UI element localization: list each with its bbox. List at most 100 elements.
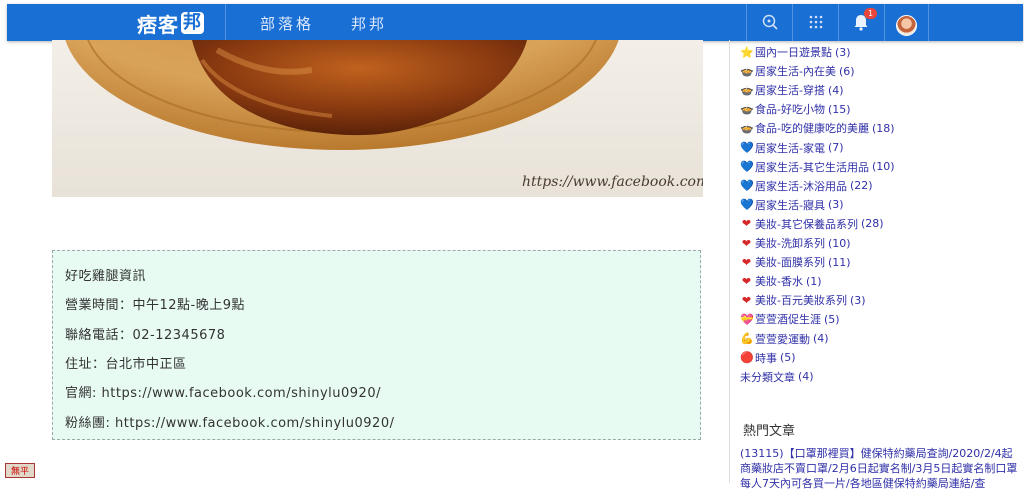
nav-blog-link[interactable]: 部落格 (260, 13, 314, 34)
pot-icon: 🍲 (740, 83, 754, 97)
category-label: 美妝-香水 (755, 275, 803, 289)
category-count: (15) (827, 102, 851, 116)
category-label: 國內一日遊景點 (755, 46, 832, 59)
avatar[interactable] (896, 15, 917, 36)
category-item[interactable]: 💙 居家生活-寢具 (3) (740, 196, 844, 214)
category-item[interactable]: 🍲 食品-好吃小物 (15) (740, 100, 851, 118)
nav-bangbang-link[interactable]: 邦邦 (351, 13, 387, 34)
category-label: 食品-好吃小物 (755, 103, 825, 117)
logo-text: 痞客 (137, 12, 179, 37)
category-label: 萱萱酒促生涯 (755, 313, 821, 327)
category-label: 居家生活-家電 (755, 141, 825, 155)
pot-icon: 🍲 (740, 64, 754, 78)
search-icon[interactable] (758, 10, 782, 34)
red-circle-icon: 🔴 (740, 351, 754, 365)
article-photo: https://www.facebook.com/shinylu0 (52, 40, 703, 197)
category-label: 居家生活-沐浴用品 (755, 179, 847, 193)
nav-divider (225, 4, 226, 41)
category-item[interactable]: ❤ 美妝-洗卸系列 (10) (740, 234, 851, 252)
nav-divider (884, 4, 885, 41)
category-count: (11) (827, 255, 851, 269)
category-item[interactable]: ❤ 美妝-香水 (1) (740, 272, 822, 290)
category-label: 未分類文章 (740, 370, 795, 384)
muscle-icon: 💪 (740, 332, 754, 345)
info-website: 官網: https://www.facebook.com/shinylu0920… (65, 386, 381, 401)
category-count: (6) (838, 64, 855, 78)
blue-heart-icon: 💙 (740, 179, 754, 193)
site-logo[interactable]: 痞客邦 (137, 10, 204, 37)
category-item[interactable]: 💙 居家生活-家電 (7) (740, 139, 844, 157)
category-label: 居家生活-內在美 (755, 65, 836, 79)
blue-heart-icon: 💙 (740, 141, 754, 154)
category-item[interactable]: ❤ 美妝-面膜系列 (11) (740, 253, 851, 271)
category-count: (3) (827, 198, 844, 212)
category-count: (5) (780, 351, 796, 365)
info-title: 好吃雞腿資訊 (65, 269, 147, 284)
red-heart-icon: ❤ (741, 255, 752, 269)
logo-box: 邦 (181, 12, 204, 34)
category-count: (3) (849, 293, 866, 307)
category-count: (4) (798, 370, 814, 384)
category-label: 居家生活-其它生活用品 (755, 160, 869, 174)
category-label: 美妝-其它保養品系列 (755, 217, 858, 231)
info-phone: 聯絡電話：02-12345678 (65, 328, 226, 343)
category-item[interactable]: 💙 居家生活-沐浴用品 (22) (740, 177, 873, 195)
category-item[interactable]: 💪 萱萱愛運動 (4) (740, 330, 829, 348)
category-item[interactable]: 未分類文章 (4) (740, 368, 814, 386)
apps-grid-icon[interactable] (804, 10, 828, 34)
category-label: 萱萱愛運動 (755, 332, 810, 346)
hot-articles-title: 熱門文章 (743, 424, 796, 439)
category-count: (10) (827, 236, 851, 250)
category-item[interactable]: 🔴 時事 (5) (740, 349, 796, 367)
notification-count-badge: 1 (864, 8, 877, 19)
info-address: 住址：台北市中正區 (65, 357, 187, 372)
category-count: (18) (871, 121, 895, 135)
restaurant-info-box: 好吃雞腿資訊 營業時間：中午12點-晚上9點 聯絡電話：02-12345678 … (52, 250, 701, 440)
category-count: (1) (805, 274, 822, 288)
category-count: (4) (827, 83, 844, 97)
red-heart-icon: ❤ (741, 236, 752, 250)
category-item[interactable]: ⭐ 國內一日遊景點 (3) (740, 43, 851, 61)
red-heart-icon: ❤ (741, 293, 752, 307)
category-count: (5) (824, 312, 840, 326)
category-item[interactable]: 🍲 食品-吃的健康吃的美麗 (18) (740, 119, 895, 137)
blue-heart-icon: 💙 (740, 160, 754, 174)
sidebar: ⭐ 國內一日遊景點 (3) 🍲 居家生活-內在美 (6) 🍲 居家生活-穿搭 (4) 🍲 食品-好吃… (729, 40, 1024, 490)
top-navbar: 痞客邦 部落格 邦邦 1 (7, 4, 1023, 41)
category-label: 時事 (755, 351, 777, 365)
nav-divider (746, 4, 747, 41)
nav-divider (792, 4, 793, 41)
category-count: (4) (813, 332, 829, 345)
category-label: 美妝-洗卸系列 (755, 237, 825, 250)
photo-watermark: https://www.facebook.com/shinylu0 (522, 174, 703, 190)
category-count: (7) (827, 141, 844, 154)
small-badge[interactable]: 無平 (5, 463, 35, 478)
category-label: 美妝-面膜系列 (755, 256, 825, 270)
category-count: (10) (871, 160, 895, 174)
category-count: (28) (860, 217, 884, 231)
red-heart-icon: ❤ (741, 274, 752, 288)
category-item[interactable]: 🍲 居家生活-穿搭 (4) (740, 81, 844, 99)
category-label: 居家生活-穿搭 (755, 84, 825, 98)
category-label: 美妝-百元美妝系列 (755, 294, 847, 308)
category-label: 食品-吃的健康吃的美麗 (755, 122, 869, 136)
category-count: (22) (849, 179, 873, 193)
category-label: 居家生活-寢具 (755, 198, 825, 212)
red-heart-icon: ❤ (741, 217, 752, 231)
star-icon: ⭐ (740, 45, 754, 59)
nav-divider (838, 4, 839, 41)
pot-icon: 🍲 (740, 121, 754, 135)
info-hours: 營業時間：中午12點-晚上9點 (65, 298, 246, 313)
info-fanpage: 粉絲團: https://www.facebook.com/shinylu092… (65, 416, 395, 431)
gift-heart-icon: 💝 (740, 312, 754, 326)
category-item[interactable]: 🍲 居家生活-內在美 (6) (740, 62, 855, 80)
category-item[interactable]: ❤ 美妝-其它保養品系列 (28) (740, 215, 884, 233)
pot-icon: 🍲 (740, 102, 754, 116)
category-item[interactable]: 💙 居家生活-其它生活用品 (10) (740, 158, 895, 176)
blue-heart-icon: 💙 (740, 198, 754, 212)
category-item[interactable]: ❤ 美妝-百元美妝系列 (3) (740, 291, 866, 309)
category-item[interactable]: 💝 萱萱酒促生涯 (5) (740, 310, 840, 328)
hot-article-link[interactable]: (13115)【口罩那裡買】健保特約藥局查詢/2020/2/4起商藥妝店不賣口罩… (740, 446, 1020, 491)
category-count: (3) (835, 45, 851, 59)
nav-divider (928, 4, 929, 41)
